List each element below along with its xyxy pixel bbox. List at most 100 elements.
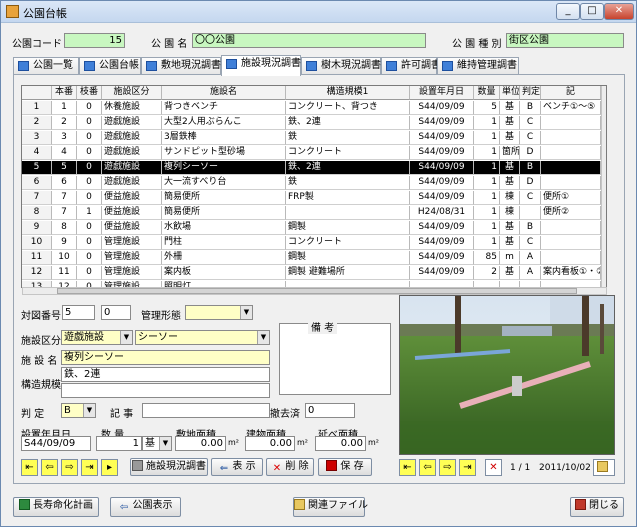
column-header[interactable]: 枝番 — [77, 86, 102, 100]
tab-4[interactable]: 施設現況調書 — [221, 55, 301, 76]
tab-3[interactable]: 敷地現況調書 — [141, 57, 221, 75]
scrollbar-thumb[interactable] — [57, 288, 577, 294]
photo-first-button[interactable]: ⇤ — [399, 459, 416, 476]
note-field[interactable] — [142, 403, 270, 418]
qty-field[interactable]: 1 — [96, 436, 142, 451]
table-cell: 休養施設 — [102, 101, 162, 115]
photo-delete-button[interactable]: ✕ — [485, 459, 502, 476]
facility-table[interactable]: 本番 枝番 施設区分 施設名 構造規模1 設置年月日 数量 単位 判定記 1 1 0 休養施設 背つきベン… — [21, 85, 607, 288]
removed-field[interactable]: 0 — [305, 403, 355, 418]
table-cell: 鋼製 — [286, 221, 410, 235]
facility-name-field[interactable]: 複列シーソー — [61, 350, 270, 365]
tab-5[interactable]: 樹木現況調書 — [301, 57, 381, 75]
column-header[interactable]: 施設名 — [162, 86, 286, 100]
photo-last-button[interactable]: ⇥ — [459, 459, 476, 476]
tab-2[interactable]: 公園台帳 — [79, 57, 141, 75]
longevity-plan-button[interactable]: 長寿命化計画 — [13, 497, 99, 517]
column-header[interactable] — [22, 86, 52, 100]
category-sub-value: シーソー — [138, 332, 178, 343]
survey-print-button[interactable]: 施設現況調書 — [130, 458, 208, 476]
column-header[interactable]: 構造規模1 — [286, 86, 410, 100]
tab-6[interactable]: 許可調書 — [381, 57, 441, 75]
table-cell: B — [520, 161, 541, 175]
table-cell: 案内板 — [162, 266, 286, 280]
facility-photo — [399, 295, 615, 455]
table-cell: 6 — [52, 176, 77, 190]
judge-select[interactable]: B ▼ — [61, 403, 96, 418]
table-cell: 棟 — [500, 206, 520, 220]
photo-folder-button[interactable] — [593, 459, 615, 476]
table-cell: 鉄 — [286, 131, 410, 145]
table-cell: サンドピット型砂場 — [162, 146, 286, 160]
tab-7[interactable]: 維持管理調書 — [437, 57, 519, 75]
table-cell: S44/09/09 — [410, 266, 474, 280]
column-header[interactable]: 本番 — [52, 86, 77, 100]
structure-label: 構造規模 — [21, 380, 61, 391]
bldg-area-field[interactable]: 0.00 — [245, 436, 295, 451]
table-cell: C — [520, 116, 541, 130]
table-cell: 基 — [500, 131, 520, 145]
tab-1[interactable]: 公園一覧 — [13, 57, 79, 75]
category-sub-select[interactable]: シーソー ▼ — [135, 330, 270, 345]
table-cell: 0 — [77, 191, 102, 205]
category-select[interactable]: 遊戯施設 ▼ — [61, 330, 133, 345]
table-vertical-scrollbar[interactable] — [601, 86, 606, 287]
mgmt-form-label: 管理形態 — [141, 311, 181, 322]
map-no-field-1[interactable]: 5 — [62, 305, 95, 320]
related-files-button[interactable]: 関連ファイル — [293, 497, 368, 517]
map-no-field-2[interactable]: 0 — [101, 305, 131, 320]
table-cell: 11 — [22, 251, 52, 265]
column-header[interactable]: 単位 — [500, 86, 520, 100]
photo-next-button[interactable]: ⇨ — [439, 459, 456, 476]
mgmt-form-select[interactable]: ▼ — [185, 305, 253, 320]
table-cell: 便益施設 — [102, 191, 162, 205]
park-type-label: 公 園 種 別 — [452, 39, 502, 50]
table-cell: 3層鉄棒 — [162, 131, 286, 145]
column-header[interactable]: 設置年月日 — [410, 86, 474, 100]
last-record-button[interactable]: ⇥ — [81, 459, 98, 476]
structure-field-2[interactable] — [61, 383, 270, 398]
maximize-button[interactable]: □ — [580, 3, 604, 20]
park-view-button[interactable]: ⇦ 公園表示 — [110, 497, 181, 517]
park-name-field[interactable]: 〇〇公園 — [192, 33, 426, 48]
column-header[interactable]: 記 — [541, 86, 601, 100]
table-cell: 便益施設 — [102, 206, 162, 220]
table-cell: A — [520, 266, 541, 280]
new-record-button[interactable]: ▸ — [101, 459, 118, 476]
table-cell: 10 — [52, 251, 77, 265]
first-record-button[interactable]: ⇤ — [21, 459, 38, 476]
photo-prev-button[interactable]: ⇦ — [419, 459, 436, 476]
map-no-label: 対図番号 — [21, 311, 61, 322]
delete-button[interactable]: ✕ 削 除 — [266, 458, 314, 476]
close-window-button[interactable]: ✕ — [604, 3, 634, 20]
table-cell — [541, 161, 601, 175]
save-button[interactable]: 保 存 — [318, 458, 372, 476]
arrow-icon: ⇐ — [219, 463, 229, 474]
table-cell: 0 — [77, 161, 102, 175]
park-type-field[interactable]: 街区公園 — [506, 33, 624, 48]
install-date-field[interactable]: S44/09/09 — [21, 436, 91, 451]
close-button[interactable]: 閉じる — [570, 497, 624, 517]
chevron-down-icon: ▼ — [240, 306, 252, 319]
table-horizontal-scrollbar[interactable] — [22, 287, 607, 295]
table-cell: コンクリート — [286, 146, 410, 160]
table-cell: 1 — [474, 206, 500, 220]
show-button[interactable]: ⇐ 表 示 — [211, 458, 263, 476]
prev-record-button[interactable]: ⇦ — [41, 459, 58, 476]
park-code-field[interactable]: 15 — [64, 33, 125, 48]
park-name-label: 公 園 名 — [151, 39, 188, 50]
column-header[interactable]: 判定 — [520, 86, 541, 100]
column-header[interactable]: 数量 — [474, 86, 500, 100]
next-record-button[interactable]: ⇨ — [61, 459, 78, 476]
site-area-field[interactable]: 0.00 — [175, 436, 226, 451]
floor-area-field[interactable]: 0.00 — [315, 436, 366, 451]
table-cell: 0 — [77, 101, 102, 115]
table-cell: S44/09/09 — [410, 236, 474, 250]
minimize-button[interactable]: _ — [556, 3, 580, 20]
column-header[interactable]: 施設区分 — [102, 86, 162, 100]
unit-select[interactable]: 基 ▼ — [142, 436, 172, 451]
document-icon — [19, 499, 30, 510]
chevron-down-icon: ▼ — [83, 404, 95, 417]
tab-icon — [84, 61, 95, 71]
structure-field-1[interactable]: 鉄、2連 — [61, 367, 270, 382]
